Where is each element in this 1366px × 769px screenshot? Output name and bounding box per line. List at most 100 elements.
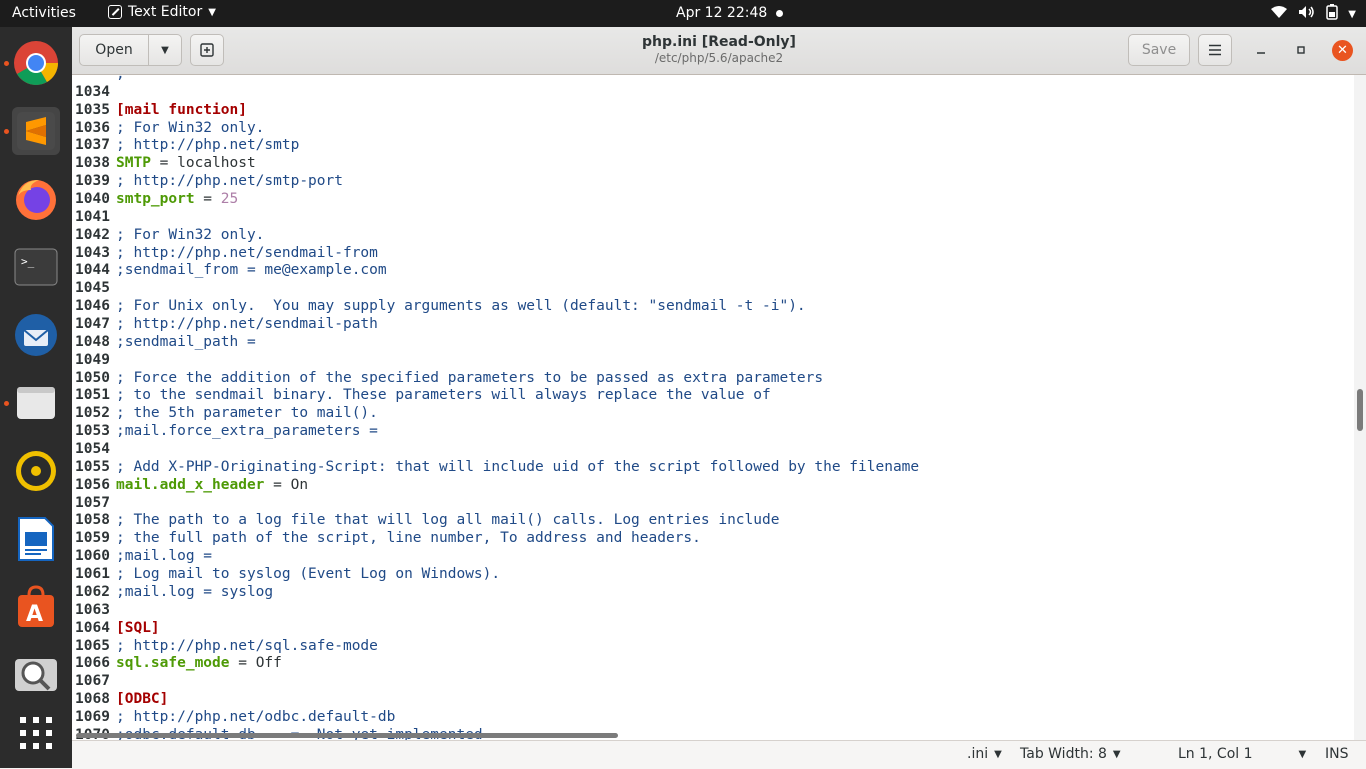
line-content: [SQL] [116, 620, 160, 638]
line-content: [ODBC] [116, 691, 168, 709]
screenshot-icon [15, 659, 57, 691]
line-number: 1057 [75, 494, 110, 511]
code-editor[interactable]: ; 10341035 [mail function] 1036 ; For Win32 … [72, 75, 1354, 755]
line-number: 1041 [75, 208, 110, 225]
vertical-scrollbar[interactable] [1354, 75, 1366, 755]
line-content: ; For Win32 only. [116, 227, 264, 245]
token-comment: ; the 5th parameter to mail(). [116, 405, 378, 422]
line-content: ;mail.log = [116, 548, 212, 566]
sublime-text-launcher[interactable] [12, 107, 60, 155]
token-op: = [229, 655, 256, 672]
rhythmbox-icon [16, 451, 56, 491]
line-content: ; Add X-PHP-Originating-Script: that wil… [116, 459, 919, 477]
code-line: 1058 ; The path to a log file that will l… [75, 512, 919, 530]
caret-down-icon: ▼ [1112, 748, 1121, 760]
minimize-icon [1257, 52, 1265, 54]
code-line: 1067 [75, 673, 919, 691]
code-line: 1038 SMTP = localhost [75, 155, 919, 173]
token-val: localhost [177, 155, 256, 172]
libreoffice-writer-launcher[interactable] [12, 515, 60, 563]
open-menu-button[interactable]: ▼ [148, 34, 182, 66]
files-launcher[interactable] [12, 379, 60, 427]
horizontal-scrollbar[interactable] [72, 730, 1354, 740]
app-menu[interactable]: Text Editor ▼ [108, 4, 216, 20]
code-line: ; [75, 75, 919, 84]
app-menu-label: Text Editor [128, 4, 203, 20]
line-number: 1035 [75, 101, 110, 118]
code-line: 1041 [75, 209, 919, 227]
line-content: ;mail.force_extra_parameters = [116, 423, 378, 441]
token-key: mail.add_x_header [116, 476, 265, 493]
line-content: SMTP = localhost [116, 155, 256, 173]
line-content: ; http://php.net/smtp-port [116, 173, 343, 191]
code-line: 1063 [75, 602, 919, 620]
line-content: smtp_port = 25 [116, 191, 238, 209]
insert-mode-indicator[interactable]: INS [1325, 746, 1349, 762]
activities-button[interactable]: Activities [12, 5, 76, 21]
line-number: 1068 [75, 691, 110, 708]
line-content: ; to the sendmail binary. These paramete… [116, 387, 771, 405]
line-number: 1067 [75, 673, 110, 690]
token-comment: ; Force the addition of the specified pa… [116, 369, 824, 386]
line-number: 1052 [75, 405, 110, 422]
header-bar: Open ▼ php.ini [Read-Only] /etc/php/5.6/… [72, 27, 1366, 75]
token-comment: ;sendmail_from = me@example.com [116, 262, 387, 279]
tab-width-selector[interactable]: Tab Width: 8 ▼ [1020, 746, 1121, 762]
terminal-launcher[interactable]: >_ [12, 243, 60, 291]
ubuntu-software-icon: A [18, 585, 54, 627]
open-button[interactable]: Open [79, 34, 149, 66]
code-line: 1064 [SQL] [75, 620, 919, 638]
editor-lines: ; 10341035 [mail function] 1036 ; For Win32 … [75, 75, 919, 745]
line-number: 1037 [75, 137, 110, 154]
vertical-scroll-thumb[interactable] [1357, 389, 1363, 431]
clock[interactable]: Apr 12 22:48 [676, 5, 767, 21]
line-content: ; http://php.net/smtp [116, 137, 299, 155]
chrome-launcher[interactable] [12, 39, 60, 87]
system-tray[interactable]: ▼ [1270, 4, 1356, 24]
close-button[interactable]: ✕ [1332, 40, 1353, 61]
line-content: mail.add_x_header = On [116, 477, 308, 495]
save-button[interactable]: Save [1128, 34, 1190, 66]
line-number: 1053 [75, 423, 110, 440]
screenshot-launcher[interactable] [12, 651, 60, 699]
cursor-position-selector[interactable]: Ln 1, Col 1 ▼ [1178, 746, 1306, 762]
token-comment: ; http://php.net/odbc.default-db [116, 708, 396, 725]
line-content: ; the 5th parameter to mail(). [116, 405, 378, 423]
token-comment: ;sendmail_path = [116, 333, 256, 350]
code-line: 1036 ; For Win32 only. [75, 120, 919, 138]
minimize-button[interactable] [1252, 41, 1270, 59]
token-comment: ; http://php.net/smtp-port [116, 173, 343, 190]
line-number: 1056 [75, 476, 110, 493]
restore-icon [1297, 46, 1305, 54]
new-tab-button[interactable] [190, 34, 224, 66]
main-menu-button[interactable] [1198, 34, 1232, 66]
code-line: 1062 ;mail.log = syslog [75, 584, 919, 602]
show-applications-icon[interactable] [20, 717, 52, 749]
caret-down-icon: ▼ [994, 748, 1002, 760]
thunderbird-launcher[interactable] [12, 311, 60, 359]
maximize-button[interactable] [1292, 41, 1310, 59]
line-number: 1049 [75, 351, 110, 368]
rhythmbox-launcher[interactable] [12, 447, 60, 495]
code-line: 1037 ; http://php.net/smtp [75, 137, 919, 155]
hamburger-menu-icon [1209, 44, 1221, 56]
line-number: 1060 [75, 548, 110, 565]
line-content: ; http://php.net/sendmail-from [116, 245, 378, 263]
token-comment: ; to the sendmail binary. These paramete… [116, 387, 771, 404]
line-content: sql.safe_mode = Off [116, 655, 282, 673]
code-line: 1054 [75, 441, 919, 459]
line-number: 1034 [75, 83, 110, 100]
thunderbird-icon [15, 314, 57, 356]
chrome-icon [14, 41, 58, 85]
sublime-text-icon [17, 112, 55, 150]
svg-text:>_: >_ [21, 255, 35, 268]
ubuntu-software-launcher[interactable]: A [12, 583, 60, 631]
language-selector[interactable]: .ini ▼ [967, 746, 1002, 762]
line-number: 1042 [75, 226, 110, 243]
line-number: 1043 [75, 244, 110, 261]
line-number: 1066 [75, 655, 110, 672]
line-content: ; http://php.net/sql.safe-mode [116, 638, 378, 656]
firefox-launcher[interactable] [12, 175, 60, 223]
horizontal-scroll-thumb[interactable] [76, 733, 618, 738]
token-comment: ; http://php.net/smtp [116, 137, 300, 154]
